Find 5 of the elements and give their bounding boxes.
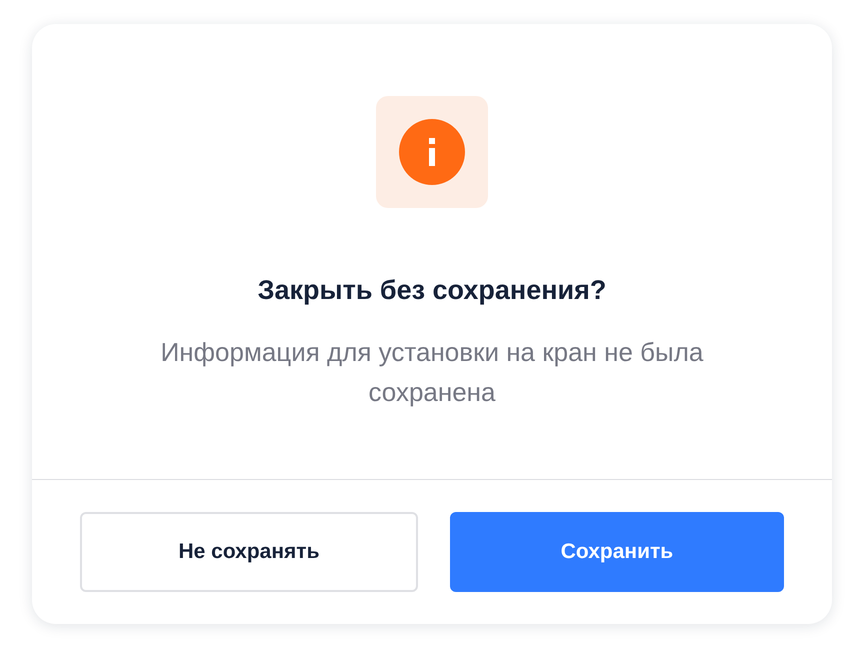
dont-save-button[interactable]: Не сохранять [80, 512, 418, 592]
info-icon [398, 118, 466, 186]
dialog-title: Закрыть без сохранения? [258, 274, 606, 307]
dialog-message: Информация для установки на кран не была сохранена [160, 336, 704, 409]
save-button[interactable]: Сохранить [450, 512, 784, 592]
